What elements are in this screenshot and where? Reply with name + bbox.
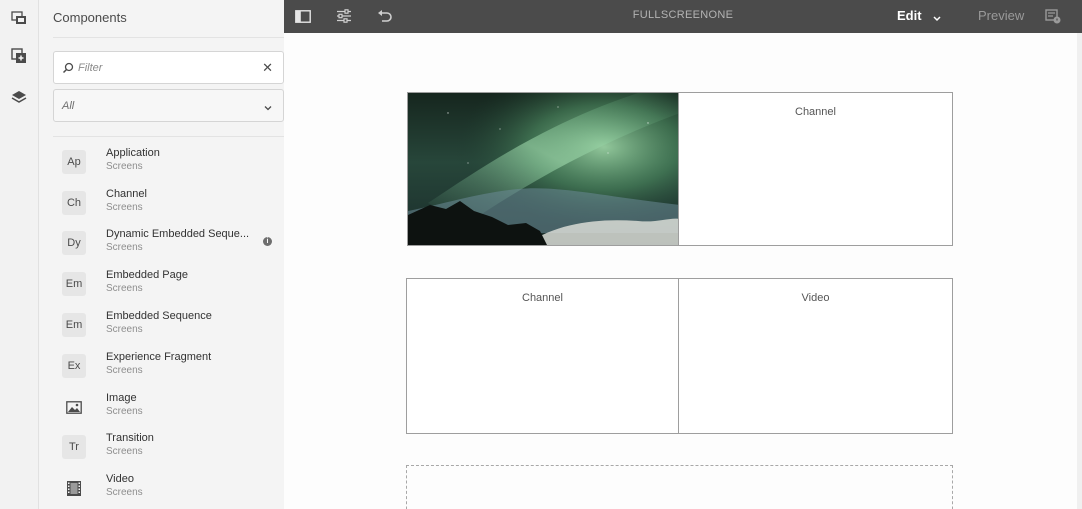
chevron-down-icon[interactable]: [932, 10, 942, 28]
canvas-scroll-track[interactable]: [1077, 33, 1082, 509]
editor-toolbar: FULLSCREENONE Edit Preview: [284, 0, 1082, 33]
image-component[interactable]: [407, 92, 679, 246]
component-group: Screens: [106, 161, 143, 172]
component-group: Screens: [106, 487, 143, 498]
list-divider: [53, 136, 284, 137]
channel-component[interactable]: Channel: [406, 278, 679, 434]
close-icon[interactable]: ✕: [262, 61, 273, 75]
mode-selector[interactable]: Edit: [897, 8, 922, 23]
component-label: Channel: [795, 106, 836, 118]
component-item-experience-fragment[interactable]: Ex Experience Fragment Screens: [53, 346, 284, 386]
component-name: Application: [106, 147, 160, 159]
component-item-channel[interactable]: Ch Channel Screens: [53, 183, 284, 223]
group-select-value: All: [62, 100, 75, 112]
preview-button[interactable]: Preview: [978, 8, 1024, 23]
component-group: Screens: [106, 406, 143, 417]
component-name: Embedded Page: [106, 269, 188, 281]
component-item-video[interactable]: Video Screens: [53, 468, 284, 508]
panel-title: Components: [53, 10, 127, 25]
component-group: Screens: [106, 283, 143, 294]
component-badge: Ex: [62, 354, 86, 378]
components-panel: Components ✕ All Ap Application Screens …: [39, 0, 284, 509]
image-icon: [62, 395, 86, 419]
component-group: Screens: [106, 242, 143, 253]
group-select[interactable]: All: [53, 89, 284, 122]
component-label: Video: [801, 292, 830, 304]
component-name: Transition: [106, 432, 154, 444]
component-name: Embedded Sequence: [106, 310, 212, 322]
component-item-dynamic-embedded-sequence[interactable]: Dy Dynamic Embedded Seque... Screens i: [53, 223, 284, 263]
filter-field[interactable]: ✕: [53, 51, 284, 84]
component-label: Channel: [522, 292, 563, 304]
component-badge: Em: [62, 272, 86, 296]
component-item-image[interactable]: Image Screens: [53, 387, 284, 427]
component-badge: Ap: [62, 150, 86, 174]
component-group: Screens: [106, 202, 143, 213]
component-group: Screens: [106, 365, 143, 376]
component-name: Video: [106, 473, 134, 485]
component-badge: Dy: [62, 231, 86, 255]
component-name: Channel: [106, 188, 147, 200]
component-item-application[interactable]: Ap Application Screens: [53, 142, 284, 182]
film-icon: [62, 476, 86, 500]
panel-divider: [53, 37, 284, 38]
component-badge: Ch: [62, 191, 86, 215]
component-name: Experience Fragment: [106, 351, 212, 363]
component-name: Image: [106, 392, 137, 404]
page-panels-icon[interactable]: [7, 6, 31, 30]
component-badge: Tr: [62, 435, 86, 459]
aurora-image: [408, 93, 678, 245]
info-icon[interactable]: i: [263, 237, 272, 246]
left-rail: [0, 0, 39, 509]
component-group: Screens: [106, 446, 143, 457]
add-components-icon[interactable]: [7, 44, 31, 68]
chevron-down-icon: [263, 100, 273, 118]
component-name: Dynamic Embedded Seque...: [106, 228, 250, 240]
component-group: Screens: [106, 324, 143, 335]
search-icon: [62, 61, 74, 79]
video-component[interactable]: Video: [678, 278, 953, 434]
component-item-embedded-sequence[interactable]: Em Embedded Sequence Screens: [53, 305, 284, 345]
channel-component[interactable]: Channel: [678, 92, 953, 246]
component-item-embedded-page[interactable]: Em Embedded Page Screens: [53, 264, 284, 304]
layers-icon[interactable]: [7, 85, 31, 109]
page-title: FULLSCREENONE: [632, 9, 734, 21]
component-item-transition[interactable]: Tr Transition Screens: [53, 427, 284, 467]
drop-zone[interactable]: [406, 465, 953, 509]
page-information-icon[interactable]: [1041, 5, 1065, 27]
component-badge: Em: [62, 313, 86, 337]
filter-input[interactable]: [78, 58, 258, 78]
